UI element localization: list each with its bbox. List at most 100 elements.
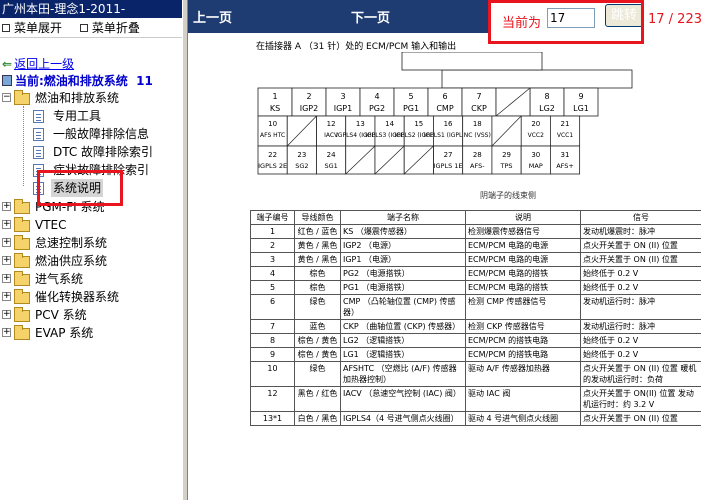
- folder-icon: [14, 199, 30, 214]
- cell-pin-no: 2: [250, 238, 295, 253]
- header-wire-color: 导线颜色: [294, 210, 341, 225]
- table-row: 3 黄色 / 黑色 IGP1 （电源） ECM/PCM 电路的电源 点火开关置于 ON …: [250, 252, 701, 267]
- jump-button[interactable]: 跳转: [605, 4, 643, 27]
- tree-item-label: 燃油供应系统: [35, 254, 108, 268]
- tree-item-general-troubleshooting[interactable]: 一般故障排除信息: [0, 125, 182, 143]
- content-panel: 上一页 下一页 当前为 跳转 17 / 223 在插接器 A （31 针）处的 …: [188, 0, 701, 500]
- tree-item-evap[interactable]: + EVAP 系统: [0, 324, 182, 342]
- menu-collapse-button[interactable]: 菜单折叠: [79, 18, 140, 38]
- tree-item-pgm-fi[interactable]: + PGM-FI 系统: [0, 198, 182, 216]
- pin-number: 4: [374, 92, 379, 101]
- expand-toggle-icon[interactable]: +: [2, 220, 11, 229]
- pin-signal: VCC1: [557, 132, 573, 139]
- cell-pin-no: 7: [250, 319, 295, 334]
- table-row: 7 蓝色 CKP （曲轴位置 (CKP) 传感器） 检测 CKP 传感器信号 发动机运行…: [250, 319, 701, 334]
- pin-signal: CKP: [471, 104, 487, 113]
- back-link[interactable]: ⇐ 返回上一级: [2, 55, 74, 72]
- cell-signal: 始终低于 0.2 V: [580, 266, 701, 281]
- pin-number: 29: [502, 151, 511, 159]
- tree-item-vtec[interactable]: + VTEC: [0, 216, 182, 234]
- cell-description: ECM/PCM 的搭铁电路: [465, 333, 581, 348]
- pin-number: 28: [473, 151, 482, 159]
- tree-item-label: 进气系统: [35, 272, 84, 286]
- expand-toggle-icon[interactable]: +: [2, 310, 11, 319]
- expand-toggle-icon[interactable]: +: [2, 238, 11, 247]
- cell-signal: 点火开关置于 ON (II) 位置 暖机的发动机运行时：负荷: [580, 361, 701, 387]
- page-nav-bar: 上一页 下一页 当前为 跳转 17 / 223: [188, 0, 701, 33]
- pin-number: 18: [473, 120, 482, 128]
- expand-toggle-icon[interactable]: +: [2, 328, 11, 337]
- expand-toggle-icon[interactable]: +: [2, 202, 11, 211]
- expand-toggle-icon[interactable]: +: [2, 256, 11, 265]
- pin-number: 22: [268, 151, 277, 159]
- tree-item-catalytic-converter[interactable]: + 催化转换器系统: [0, 288, 182, 306]
- pin-signal: VCC2: [528, 132, 544, 139]
- computer-icon: [2, 75, 12, 86]
- cell-pin-name: AFSHTC （空燃比 (A/F) 传感器加热器控制）: [340, 361, 466, 387]
- cell-pin-name: IGP1 （电源）: [340, 252, 466, 267]
- tree-item-special-tools[interactable]: 专用工具: [0, 107, 182, 125]
- cell-description: 检测 CKP 传感器信号: [465, 319, 581, 334]
- cell-wire-color: 棕色: [294, 266, 341, 281]
- tree-item-label: EVAP 系统: [35, 326, 94, 340]
- page-number-input[interactable]: [547, 8, 595, 28]
- header-description: 说明: [465, 210, 581, 225]
- cell-signal: 始终低于 0.2 V: [580, 347, 701, 362]
- tree-item-fuel-supply[interactable]: + 燃油供应系统: [0, 252, 182, 270]
- cell-signal: 始终低于 0.2 V: [580, 280, 701, 295]
- cell-signal: 点火开关置于 ON (II) 位置: [580, 252, 701, 267]
- pin-signal: MAP: [529, 162, 543, 170]
- tree-item-idle-control[interactable]: + 怠速控制系统: [0, 234, 182, 252]
- table-row: 10 绿色 AFSHTC （空燃比 (A/F) 传感器加热器控制） 驱动 A/F 传感…: [250, 361, 701, 387]
- pin-number: 27: [444, 151, 453, 159]
- expand-toggle-icon[interactable]: +: [2, 292, 11, 301]
- pin-signal: IGP2: [300, 104, 318, 113]
- pin-signal: IGPLS 1E: [434, 162, 463, 170]
- cell-wire-color: 黄色 / 黑色: [294, 238, 341, 253]
- connector-caption: 阴端子的线束侧: [480, 191, 536, 200]
- menu-expand-button[interactable]: 菜单展开: [2, 18, 62, 38]
- pin-number: 9: [578, 92, 583, 101]
- cell-description: 驱动 A/F 传感器加热器: [465, 361, 581, 387]
- cell-description: ECM/PCM 电路的搭铁: [465, 266, 581, 281]
- pin-signal: PG1: [403, 104, 419, 113]
- pin-number: 16: [444, 120, 453, 128]
- tree-item-pcv[interactable]: + PCV 系统: [0, 306, 182, 324]
- tree-item-intake[interactable]: + 进气系统: [0, 270, 182, 288]
- prev-page-link[interactable]: 上一页: [193, 7, 232, 26]
- cell-signal: 发动机运行时：脉冲: [580, 294, 701, 320]
- header-pin-no: 端子编号: [250, 210, 295, 225]
- collapse-toggle-icon[interactable]: −: [2, 93, 11, 102]
- cell-pin-name: CKP （曲轴位置 (CKP) 传感器）: [340, 319, 466, 334]
- connector-latch: [441, 69, 633, 89]
- cell-description: ECM/PCM 电路的搭铁: [465, 280, 581, 295]
- folder-icon: [14, 253, 30, 268]
- cell-pin-no: 9: [250, 347, 295, 362]
- cell-pin-name: IGP2 （电源）: [340, 238, 466, 253]
- cell-signal: 点火开关置于 ON (II) 位置: [580, 238, 701, 253]
- cell-pin-no: 3: [250, 252, 295, 267]
- tree-item-dtc-index[interactable]: DTC 故障排除索引: [0, 143, 182, 161]
- tree-item-system-description[interactable]: 系统说明: [0, 179, 182, 197]
- current-page-label: 当前为: [502, 16, 542, 31]
- pin-number: 8: [544, 92, 549, 101]
- tree-item-label: 催化转换器系统: [35, 290, 120, 304]
- pin-number: 21: [561, 120, 570, 128]
- tree-item-label: 症状故障排除索引: [53, 163, 150, 177]
- page-count: 17 / 223: [648, 12, 701, 27]
- cell-pin-no: 1: [250, 224, 295, 239]
- cell-wire-color: 红色 / 蓝色: [294, 224, 341, 239]
- pin-signal: IGP1: [334, 104, 352, 113]
- tree-item-fuel-emission[interactable]: − 燃油和排放系统: [0, 89, 182, 107]
- next-page-link[interactable]: 下一页: [351, 7, 390, 26]
- tree-item-symptom-index[interactable]: 症状故障排除索引: [0, 161, 182, 179]
- cell-description: 驱动 4 号进气侧点火线圈: [465, 411, 581, 426]
- cell-description: ECM/PCM 电路的电源: [465, 238, 581, 253]
- document-icon: [33, 182, 44, 195]
- document-icon: [33, 164, 44, 177]
- pin-signal: LG2: [539, 104, 555, 113]
- cell-wire-color: 黄色 / 黑色: [294, 252, 341, 267]
- cell-description: 检测爆震传感器信号: [465, 224, 581, 239]
- cell-pin-no: 13*1: [250, 411, 295, 426]
- expand-toggle-icon[interactable]: +: [2, 274, 11, 283]
